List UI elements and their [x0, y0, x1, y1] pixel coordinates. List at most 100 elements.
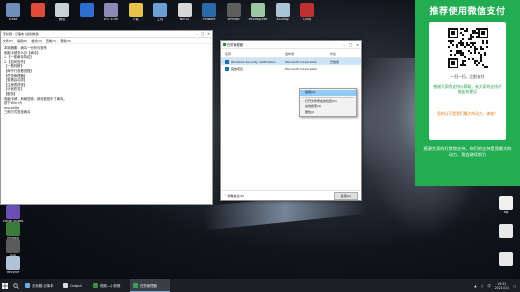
desktop-top-icon-4[interactable]: cn7.4.rar [100, 3, 122, 22]
taskbar-app-button[interactable]: Output [60, 279, 90, 292]
qr-module [466, 30, 468, 32]
startup-item-publisher: Microsoft Corporation [285, 66, 318, 71]
notepad-title: 无标题 - 记事本 [最新精选] [3, 32, 40, 36]
disable-button[interactable]: 禁用(A) [333, 191, 358, 200]
task-manager-titlebar[interactable]: 任务管理器 – □ ✕ [221, 41, 361, 49]
taskbar-app-button[interactable]: 任务管理器 [130, 279, 170, 292]
desktop-file-icon [251, 3, 265, 17]
notepad-menu-item[interactable]: 文件(F) [3, 39, 13, 43]
startup-item-name-cell: 其他项目 [221, 66, 285, 71]
desktop-left-icon-3[interactable]: Recycle [2, 256, 24, 275]
startup-item-status: 已启用 [330, 59, 340, 64]
desktop-top-icon-5[interactable]: 下载 [125, 3, 147, 22]
desktop-icon-label: VMware [202, 18, 216, 21]
taskbar-app-button[interactable]: 无标题-记事本 [22, 279, 60, 292]
clock-date: 2021/1/1 [494, 285, 509, 290]
desktop-top-icon-10[interactable]: x64dbg.exe [247, 3, 269, 22]
context-menu-item[interactable]: 属性(I) [300, 110, 356, 116]
search-button[interactable] [10, 279, 22, 292]
desktop-top-icon-9[interactable]: vmmap [223, 3, 245, 22]
desktop-left-icon-1[interactable]: ffmpeg [2, 222, 24, 241]
task-manager-window[interactable]: 任务管理器 – □ ✕ 名称 发布者 状态 Windows Security n… [220, 40, 362, 201]
qr-module [452, 40, 454, 42]
qr-module [470, 38, 472, 40]
desktop-icon-label: Cyng [302, 18, 312, 21]
notepad-menu-item[interactable]: 查看(V) [46, 39, 56, 43]
desktop-top-icon-7[interactable]: win10 [174, 3, 196, 22]
qr-code-icon [448, 28, 488, 68]
desktop-top-icon-6[interactable]: 工具 [149, 3, 171, 22]
qr-module [452, 44, 454, 46]
startup-item-name: 其他项目 [231, 66, 244, 71]
close-icon[interactable]: ✕ [207, 32, 210, 36]
startup-table-row[interactable]: 其他项目 Microsoft Corporation [221, 65, 361, 72]
qr-module [472, 36, 474, 38]
desktop-icon-label: x64dbg.exe [248, 18, 268, 21]
desktop-top-icon-0[interactable]: a.exe [2, 3, 24, 22]
qr-module [470, 46, 472, 48]
desktop-top-icon-2[interactable]: 微信 [51, 3, 73, 22]
qr-module [464, 46, 466, 48]
task-manager-icon [223, 43, 226, 46]
notepad-menu-item[interactable]: 编辑(E) [17, 39, 27, 43]
column-status[interactable]: 状态 [330, 52, 360, 56]
notepad-menu-item[interactable]: 格式(O) [31, 39, 42, 43]
desktop-left-icon-2[interactable]: IDA [2, 239, 24, 258]
notification-icon[interactable]: □ [513, 284, 516, 288]
network-icon[interactable]: ▲ [474, 284, 476, 288]
qr-module [476, 28, 478, 30]
taskbar-apps: 无标题-记事本 Output 视频—小剪辑 任务管理器 [22, 279, 170, 292]
fewer-details-link[interactable]: ⌃ 简略信息(D) [224, 194, 244, 198]
app-icon [225, 59, 229, 64]
column-name[interactable]: 名称 [221, 52, 285, 56]
qr-module [476, 32, 478, 34]
startup-table-row[interactable]: Windows Security notification Microsoft C… [221, 58, 361, 65]
qr-module [464, 56, 466, 58]
desktop-left-icon-0[interactable]: Visual Studio [2, 205, 24, 224]
minimize-icon[interactable]: – [196, 32, 198, 36]
menu-separator [302, 96, 354, 98]
desktop-right-icon-4[interactable] [495, 252, 517, 267]
qr-module [478, 62, 480, 64]
wechat-pay-promo-panel: 推荐使用微信支付 一扫一扫，立即支付 感谢大家的支持与帮助，有大家的支持才能走的… [415, 0, 520, 186]
desktop-right-icon-2[interactable]: log [495, 196, 517, 215]
desktop-file-icon [128, 3, 143, 17]
minimize-icon[interactable]: – [343, 43, 345, 47]
desktop-file-icon [55, 3, 69, 17]
maximize-icon[interactable]: □ [201, 32, 204, 36]
maximize-icon[interactable]: □ [349, 43, 352, 47]
volume-icon[interactable]: ♫ [481, 284, 484, 288]
task-manager-footer: ⌃ 简略信息(D) 禁用(A) [221, 190, 361, 200]
promo-card: 一扫一扫，立即支付 感谢大家的支持与帮助，有大家的支持才能走的更远 您的认可是我… [429, 22, 506, 140]
notepad-text-area[interactable]: 本篇摘要：病毒一分析与查杀 电脑卡顿怎么办【病毒】 1.【一般病毒特征】 2.【如何查… [1, 44, 212, 117]
desktop-top-icon-8[interactable]: VMware [198, 3, 220, 22]
taskbar-app-button[interactable]: 视频—小剪辑 [90, 279, 130, 292]
desktop-top-icon-3[interactable] [76, 3, 98, 18]
desktop-file-icon [499, 252, 513, 266]
qr-module [450, 54, 452, 56]
qr-module [454, 54, 456, 56]
desktop-icon-label: a.exe [8, 18, 18, 21]
close-icon[interactable]: ✕ [356, 43, 359, 47]
desktop-file-icon [202, 3, 216, 17]
qr-finder-core [481, 31, 485, 35]
startup-item-name: Windows Security notification [231, 59, 276, 64]
qr-module [462, 34, 464, 36]
notepad-text-line: 三种方式查找病毒 [4, 110, 31, 115]
scan-caption: 一扫一扫，立即支付 [450, 74, 485, 79]
desktop-top-icon-11[interactable]: x32dbg [272, 3, 294, 22]
start-button[interactable] [0, 279, 10, 292]
desktop-right-icon-3[interactable] [495, 224, 517, 239]
column-publisher[interactable]: 发布者 [285, 52, 330, 56]
notepad-window[interactable]: 无标题 - 记事本 [最新精选] – □ ✕ 文件(F) 编辑(E) 格式(O) 查看… [0, 30, 213, 205]
qr-module [456, 46, 458, 48]
desktop-file-icon [6, 205, 20, 219]
clock[interactable]: 19:51 2021/1/1 [495, 282, 509, 290]
input-language[interactable]: 中 [487, 283, 490, 288]
notepad-titlebar[interactable]: 无标题 - 记事本 [最新精选] – □ ✕ [1, 31, 212, 38]
context-menu-item[interactable]: 禁用(A) [300, 90, 356, 96]
desktop-top-icon-12[interactable]: Cyng [296, 3, 318, 22]
desktop-top-icon-1[interactable] [27, 3, 49, 18]
desktop-icon-label: cn7.4.rar [103, 18, 119, 21]
notepad-menu-item[interactable]: 帮助(H) [60, 39, 71, 43]
